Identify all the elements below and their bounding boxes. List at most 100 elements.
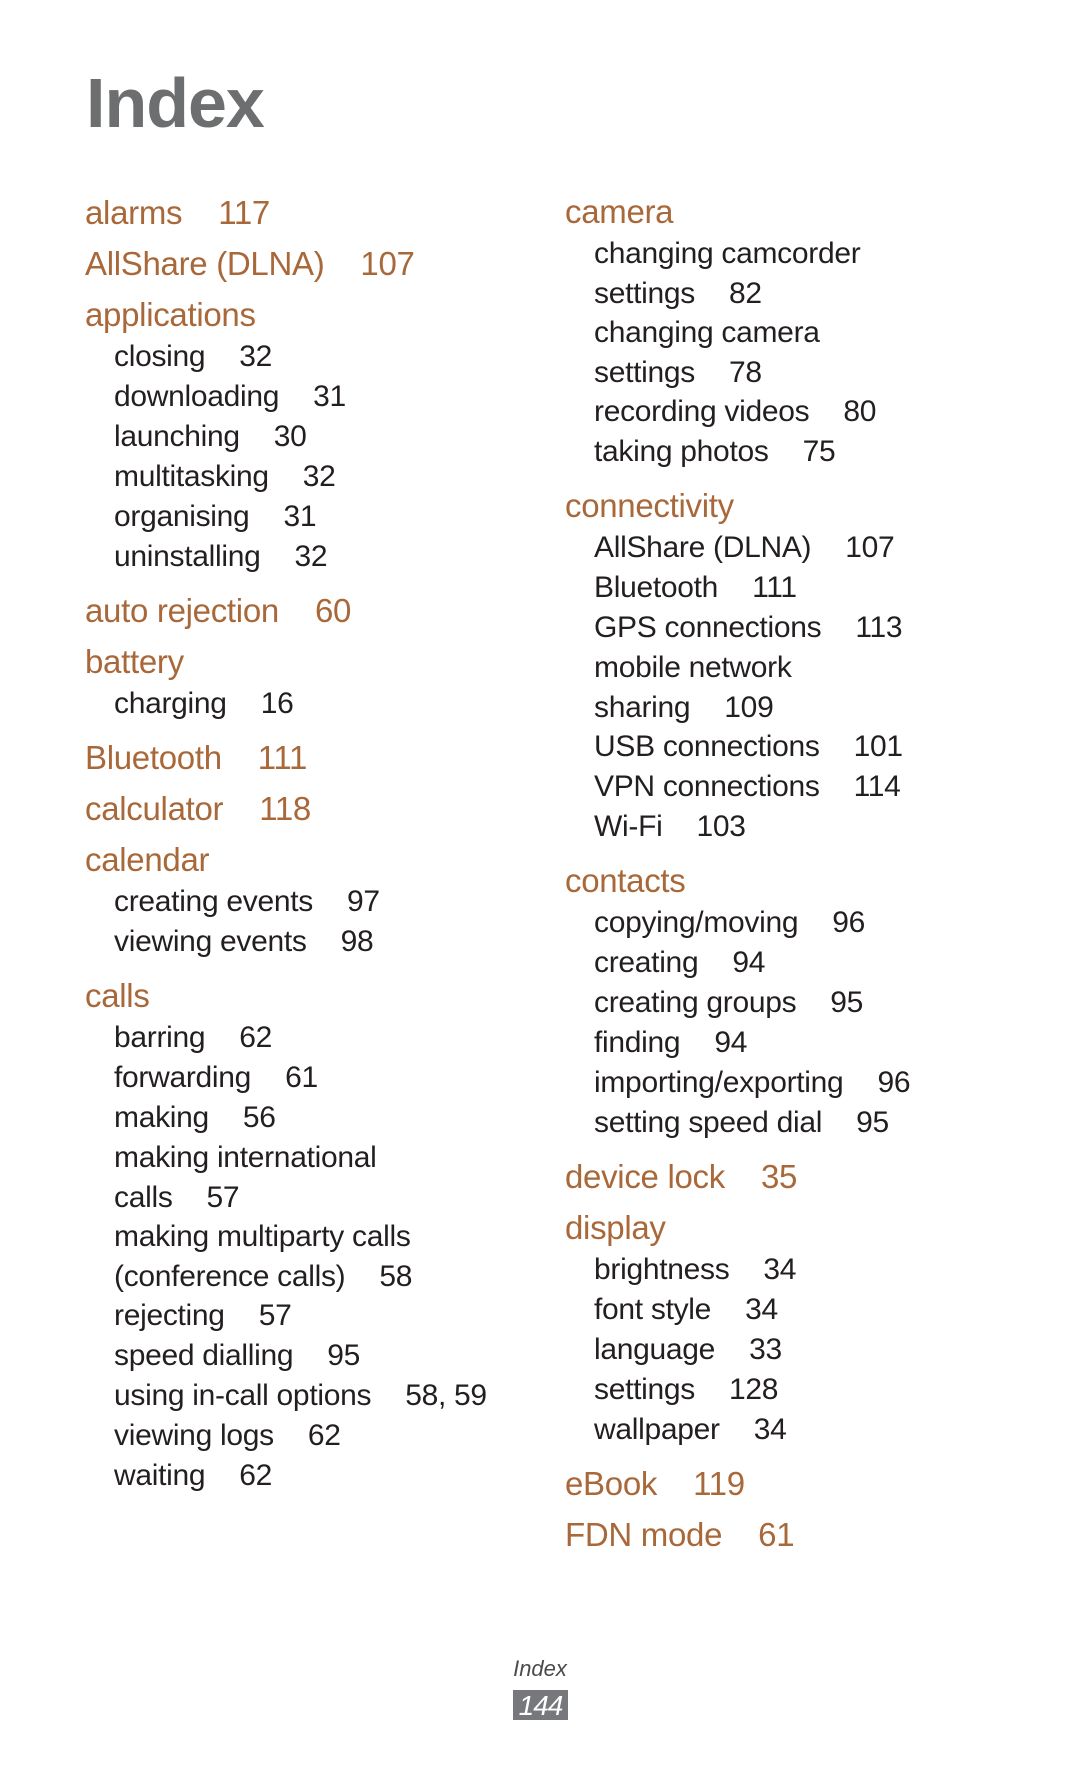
subentry-line: waiting 62 bbox=[114, 1456, 555, 1496]
index-subentry: barring 62 bbox=[114, 1018, 555, 1058]
index-subentry: downloading 31 bbox=[114, 377, 555, 417]
page-reference-link[interactable]: 114 bbox=[854, 770, 901, 803]
index-subentry: making international calls 57 bbox=[114, 1138, 555, 1217]
index-entry: alarms 117 bbox=[85, 187, 555, 238]
footer-page-number: 144 bbox=[513, 1690, 568, 1721]
page-reference-link[interactable]: 94 bbox=[714, 1026, 747, 1059]
page-reference-link[interactable]: 30 bbox=[274, 420, 307, 453]
page-reference-link[interactable]: 95 bbox=[327, 1339, 360, 1372]
page-reference-link[interactable]: 57 bbox=[207, 1181, 240, 1214]
index-entry: contacts copying/moving 96 creating 94 creati… bbox=[565, 855, 1035, 1143]
page-reference-link[interactable]: 96 bbox=[832, 906, 865, 939]
index-subentry: settings 128 bbox=[594, 1370, 1035, 1410]
page-reference-link[interactable]: 57 bbox=[259, 1299, 292, 1332]
index-entry: battery charging 16 bbox=[85, 636, 555, 724]
page-reference-link[interactable]: 31 bbox=[283, 500, 316, 533]
subentry-line: closing 32 bbox=[114, 337, 555, 377]
index-entry: calendar creating events 97 viewing events 9… bbox=[85, 834, 555, 962]
subentry-term: VPN connections bbox=[594, 770, 820, 803]
index-heading: calendar bbox=[85, 834, 555, 885]
page-reference-link[interactable]: 61 bbox=[758, 1516, 794, 1553]
page-reference-link[interactable]: 119 bbox=[693, 1465, 745, 1502]
page-reference-link[interactable]: 58, 59 bbox=[405, 1379, 487, 1412]
page-reference-link[interactable]: 75 bbox=[803, 435, 836, 468]
page-reference-link[interactable]: 16 bbox=[261, 687, 294, 720]
subentry-list: charging 16 bbox=[114, 684, 555, 724]
page-reference-link[interactable]: 95 bbox=[830, 986, 863, 1019]
index-subentry: finding 94 bbox=[594, 1023, 1035, 1063]
page-reference-link[interactable]: 34 bbox=[754, 1413, 787, 1446]
index-subentry: speed dialling 95 bbox=[114, 1336, 555, 1376]
page-reference-link[interactable]: 94 bbox=[732, 946, 765, 979]
subentry-line: GPS connections 113 bbox=[594, 608, 1035, 648]
index-heading: eBook 119 bbox=[565, 1458, 1035, 1509]
subentry-term: charging bbox=[114, 687, 227, 720]
index-subentry: forwarding 61 bbox=[114, 1058, 555, 1098]
page-reference-link[interactable]: 128 bbox=[729, 1373, 778, 1406]
page-reference-link[interactable]: 61 bbox=[285, 1061, 318, 1094]
index-subentry: language 33 bbox=[594, 1330, 1035, 1370]
page-reference-link[interactable]: 34 bbox=[763, 1253, 796, 1286]
page-reference-link[interactable]: 78 bbox=[729, 356, 762, 389]
subentry-term: uninstalling bbox=[114, 540, 261, 573]
subentry-term: importing/exporting bbox=[594, 1066, 844, 1099]
index-subentry: taking photos 75 bbox=[594, 432, 1035, 472]
page-reference-link[interactable]: 31 bbox=[313, 380, 346, 413]
page-reference-link[interactable]: 32 bbox=[303, 460, 336, 493]
page-reference-link[interactable]: 33 bbox=[749, 1333, 782, 1366]
subentry-term: making bbox=[114, 1101, 209, 1134]
subentry-term: viewing logs bbox=[114, 1419, 274, 1452]
index-subentry: closing 32 bbox=[114, 337, 555, 377]
page-reference-link[interactable]: 95 bbox=[856, 1106, 889, 1139]
index-subentry: VPN connections 114 bbox=[594, 767, 1035, 807]
page-reference-link[interactable]: 98 bbox=[341, 925, 374, 958]
page-reference-link[interactable]: 35 bbox=[761, 1158, 797, 1195]
subentry-line: settings 78 bbox=[594, 353, 1035, 392]
index-term: display bbox=[565, 1209, 666, 1246]
subentry-line: organising 31 bbox=[114, 497, 555, 537]
subentry-line: mobile network bbox=[594, 648, 1035, 688]
index-entry: applications closing 32 downloading 31 launch… bbox=[85, 289, 555, 577]
index-heading: Bluetooth 111 bbox=[85, 732, 555, 783]
index-subentry: creating 94 bbox=[594, 943, 1035, 983]
subentry-line: VPN connections 114 bbox=[594, 767, 1035, 807]
page-reference-link[interactable]: 62 bbox=[239, 1459, 272, 1492]
subentry-line: barring 62 bbox=[114, 1018, 555, 1058]
page-reference-link[interactable]: 107 bbox=[845, 531, 894, 564]
page-reference-link[interactable]: 62 bbox=[239, 1021, 272, 1054]
page-reference-link[interactable]: 58 bbox=[379, 1260, 412, 1293]
index-subentry: font style 34 bbox=[594, 1290, 1035, 1330]
page-reference-link[interactable]: 113 bbox=[855, 611, 902, 644]
index-heading: AllShare (DLNA) 107 bbox=[85, 238, 555, 289]
page-reference-link[interactable]: 56 bbox=[243, 1101, 276, 1134]
page-reference-link[interactable]: 32 bbox=[239, 340, 272, 373]
index-subentry: waiting 62 bbox=[114, 1456, 555, 1496]
page-reference-link[interactable]: 107 bbox=[360, 245, 414, 282]
index-entry: auto rejection 60 bbox=[85, 585, 555, 636]
subentry-term: USB connections bbox=[594, 730, 820, 763]
page-reference-link[interactable]: 111 bbox=[752, 571, 797, 604]
index-subentry: USB connections 101 bbox=[594, 727, 1035, 767]
index-subentry: multitasking 32 bbox=[114, 457, 555, 497]
page-reference-link[interactable]: 60 bbox=[315, 592, 351, 629]
page-reference-link[interactable]: 80 bbox=[843, 395, 876, 428]
page-reference-link[interactable]: 109 bbox=[724, 691, 773, 724]
page-reference-link[interactable]: 111 bbox=[258, 739, 308, 776]
page-reference-link[interactable]: 117 bbox=[218, 194, 270, 231]
page-reference-link[interactable]: 103 bbox=[696, 810, 745, 843]
subentry-line: creating groups 95 bbox=[594, 983, 1035, 1023]
index-heading: FDN mode 61 bbox=[565, 1509, 1035, 1560]
page-reference-link[interactable]: 62 bbox=[308, 1419, 341, 1452]
page-reference-link[interactable]: 34 bbox=[745, 1293, 778, 1326]
index-heading: battery bbox=[85, 636, 555, 687]
page-reference-link[interactable]: 82 bbox=[729, 277, 762, 310]
page-reference-link[interactable]: 97 bbox=[347, 885, 380, 918]
index-term: auto rejection bbox=[85, 592, 279, 629]
index-heading: connectivity bbox=[565, 480, 1035, 531]
subentry-term: AllShare (DLNA) bbox=[594, 531, 812, 564]
page-reference-link[interactable]: 96 bbox=[877, 1066, 910, 1099]
subentry-term: setting speed dial bbox=[594, 1106, 823, 1139]
page-reference-link[interactable]: 101 bbox=[854, 730, 903, 763]
page-reference-link[interactable]: 118 bbox=[259, 790, 311, 827]
page-reference-link[interactable]: 32 bbox=[295, 540, 328, 573]
